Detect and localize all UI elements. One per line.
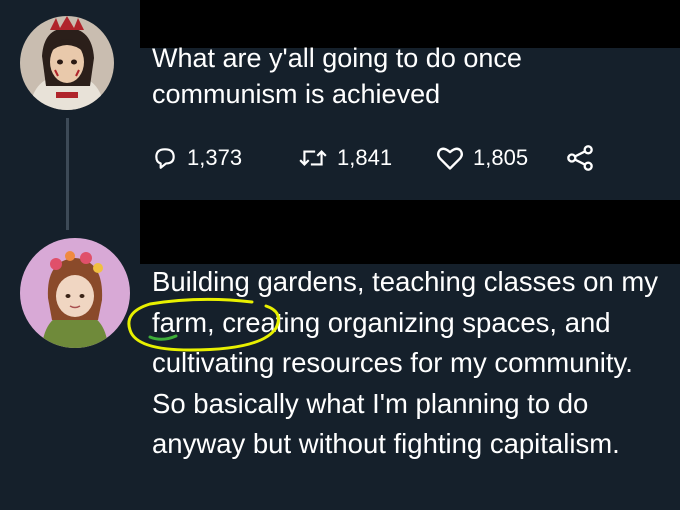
share-icon — [566, 145, 594, 171]
retweet-button[interactable]: 1,841 — [298, 145, 436, 171]
reply-count: 1,373 — [187, 145, 243, 170]
reply-button[interactable]: 1,373 — [152, 145, 298, 171]
heart-icon — [436, 145, 464, 171]
share-button[interactable] — [566, 145, 594, 171]
reply-icon — [152, 145, 178, 171]
thread-connector-line — [66, 118, 69, 230]
like-button[interactable]: 1,805 — [436, 145, 566, 171]
retweet-count: 1,841 — [337, 145, 393, 170]
like-count: 1,805 — [473, 145, 529, 170]
redacted-username-bar-2 — [140, 200, 680, 264]
tweet-1-text: What are y'all going to do once communis… — [152, 43, 522, 109]
illustrated-person-avatar-icon[interactable] — [20, 238, 130, 348]
retweet-icon — [298, 145, 328, 171]
tweet-1-action-bar: 1,373 1,841 1,805 — [152, 140, 594, 176]
anime-character-avatar-icon[interactable] — [20, 16, 114, 110]
tweet-2-text: Building gardens, teaching classes on my… — [152, 266, 658, 459]
